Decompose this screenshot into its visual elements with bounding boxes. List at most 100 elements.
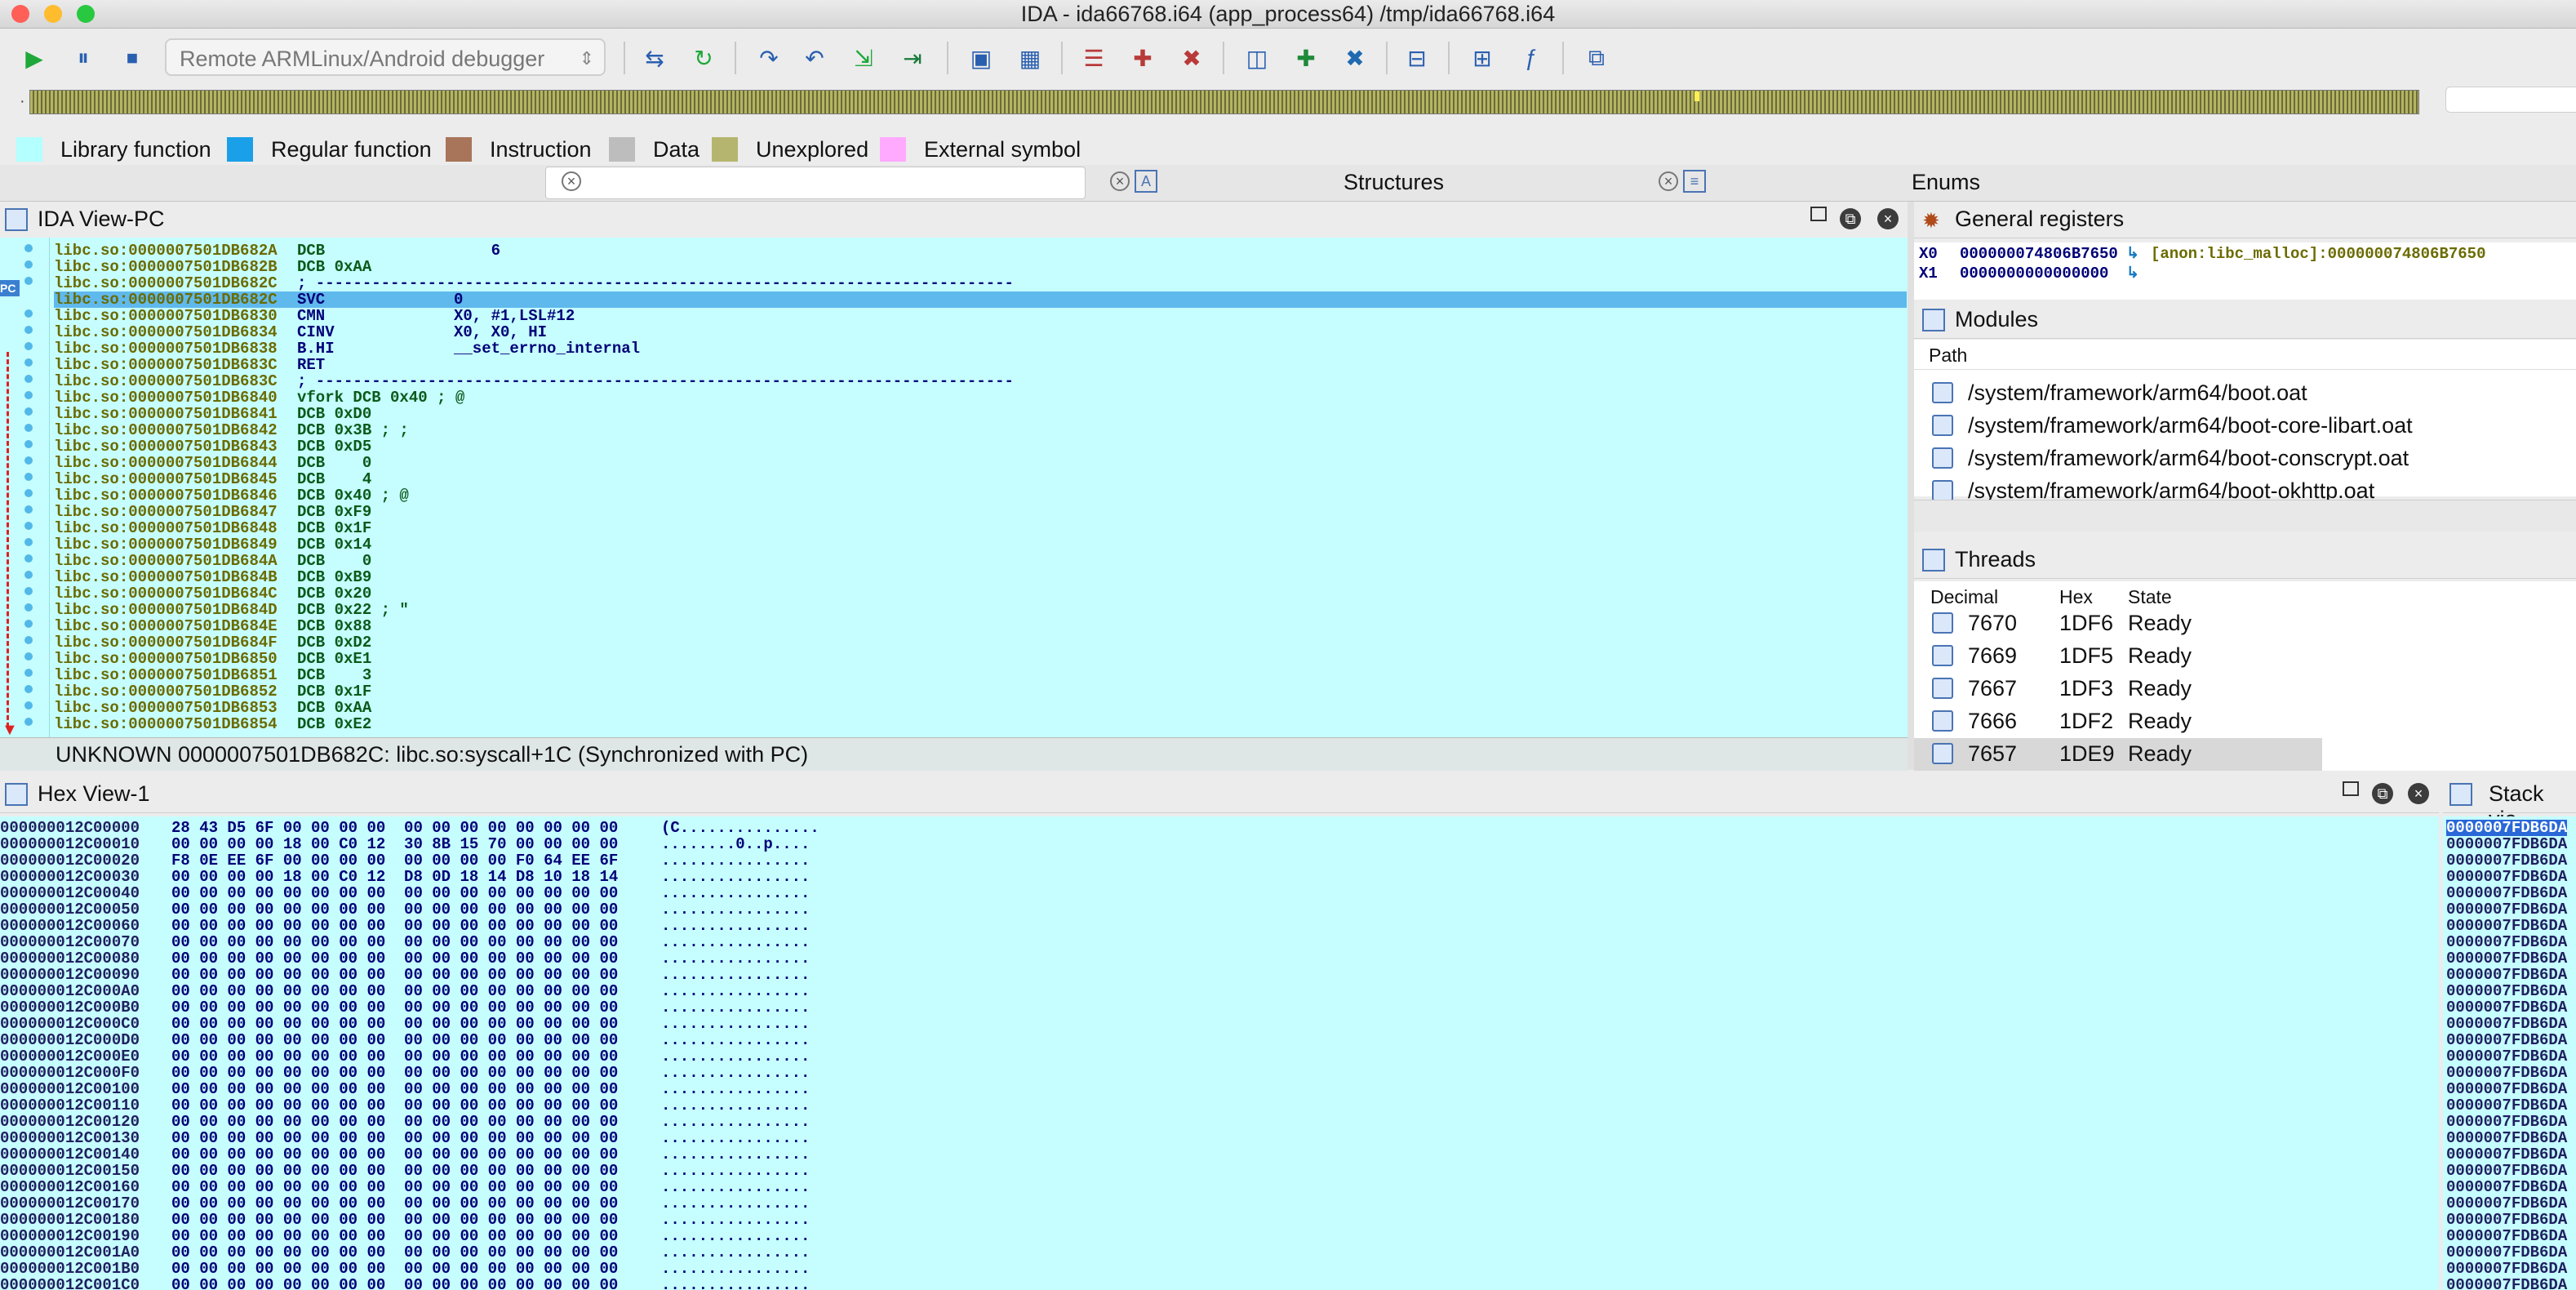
stack-row[interactable]: 0000007FDB6DA <box>2446 1114 2567 1130</box>
hex-row[interactable]: 000000012C00110 00 00 00 00 00 00 00 00 0… <box>0 1097 2439 1114</box>
breakpoint-slot[interactable] <box>24 701 33 710</box>
step-into-icon[interactable]: ↻ <box>686 40 722 76</box>
disassembly-line[interactable]: libc.so:0000007501DB684C DCB 0x20 <box>54 585 1907 602</box>
window-icon[interactable]: ⧉ <box>1579 40 1614 76</box>
breakpoint-slot[interactable] <box>24 473 33 481</box>
breakpoint-slot[interactable] <box>24 456 33 465</box>
hex-row[interactable]: 000000012C00050 00 00 00 00 00 00 00 00 0… <box>0 901 2439 918</box>
hex-row[interactable]: 000000012C00100 00 00 00 00 00 00 00 00 0… <box>0 1081 2439 1097</box>
delete-breakpoint-icon[interactable]: ✖ <box>1174 40 1210 76</box>
registers-panel[interactable]: X0 000000074806B7650 ↳ [anon:libc_malloc… <box>1914 242 2576 300</box>
disassembly-line[interactable]: libc.so:0000007501DB6852 DCB 0x1F <box>54 683 1907 700</box>
hex-row[interactable]: 000000012C00130 00 00 00 00 00 00 00 00 0… <box>0 1130 2439 1146</box>
breakpoint-slot[interactable] <box>24 538 33 546</box>
disassembly-line[interactable]: libc.so:0000007501DB6845 DCB 4 <box>54 471 1907 487</box>
struct-icon[interactable]: ⊞ <box>1464 40 1500 76</box>
hex-row[interactable]: 000000012C00120 00 00 00 00 00 00 00 00 0… <box>0 1114 2439 1130</box>
stack-row[interactable]: 0000007FDB6DA <box>2446 836 2567 852</box>
restore-icon[interactable]: ⧉ <box>2372 783 2393 804</box>
hex-row[interactable]: 000000012C00170 00 00 00 00 00 00 00 00 0… <box>0 1195 2439 1212</box>
stack-row[interactable]: 0000007FDB6DA <box>2446 934 2567 950</box>
breakpoint-slot[interactable] <box>24 685 33 693</box>
thread-row[interactable]: 7657 1DE9 Ready <box>1914 738 2322 771</box>
hex-row[interactable]: 000000012C00060 00 00 00 00 00 00 00 00 0… <box>0 918 2439 934</box>
stack-row[interactable]: 0000007FDB6DA <box>2446 1016 2567 1032</box>
module-row[interactable]: /system/framework/arm64/boot.oat <box>1914 377 2576 410</box>
disassembly-line[interactable]: libc.so:0000007501DB6838 B.HI __set_errno_… <box>54 340 1907 357</box>
hex-row[interactable]: 000000012C000F0 00 00 00 00 00 00 00 00 0… <box>0 1065 2439 1081</box>
stack-row[interactable]: 0000007FDB6DA <box>2446 1212 2567 1228</box>
threads-column-state[interactable]: State <box>2128 586 2172 608</box>
thread-row[interactable]: 7669 1DF5 Ready <box>1914 640 2322 673</box>
stack-row[interactable]: 0000007FDB6DA <box>2446 820 2568 836</box>
tab-search-field[interactable] <box>545 167 1086 199</box>
module-row[interactable]: /system/framework/arm64/boot-core-libart… <box>1914 410 2576 443</box>
hex-row[interactable]: 000000012C00080 00 00 00 00 00 00 00 00 0… <box>0 950 2439 967</box>
disassembly-line[interactable]: libc.so:0000007501DB684A DCB 0 <box>54 553 1907 569</box>
hex-row[interactable]: 000000012C00040 00 00 00 00 00 00 00 00 0… <box>0 885 2439 901</box>
register-value[interactable]: 0000000000000000 <box>1960 265 2108 282</box>
breakpoint-slot[interactable] <box>24 522 33 530</box>
tab-enums[interactable]: Enums <box>1912 170 1980 195</box>
disassembly-line[interactable]: libc.so:0000007501DB6853 DCB 0xAA <box>54 700 1907 716</box>
nav-handle[interactable]: · <box>20 92 25 111</box>
maximize-icon[interactable] <box>2343 781 2359 796</box>
breakpoint-slot[interactable] <box>24 326 33 334</box>
register-value[interactable]: 000000074806B7650 <box>1960 246 2118 262</box>
breakpoint-slot[interactable] <box>24 375 33 383</box>
hex-view[interactable]: 000000012C00000 28 43 D5 6F 00 00 00 00 0… <box>0 816 2439 1290</box>
disassembly-line[interactable]: libc.so:0000007501DB683C ; --------------… <box>54 373 1907 389</box>
hex-row[interactable]: 000000012C000B0 00 00 00 00 00 00 00 00 0… <box>0 999 2439 1016</box>
hex-row[interactable]: 000000012C00150 00 00 00 00 00 00 00 00 0… <box>0 1163 2439 1179</box>
trace-icon[interactable]: ⊟ <box>1399 40 1435 76</box>
breakpoint-slot[interactable] <box>24 342 33 350</box>
stack-row[interactable]: 0000007FDB6DA <box>2446 901 2567 918</box>
watch-view-icon[interactable]: ◫ <box>1239 40 1275 76</box>
stack-row[interactable]: 0000007FDB6DA <box>2446 1097 2567 1114</box>
disassembly-line[interactable]: libc.so:0000007501DB6834 CINV X0, X0, HI <box>54 324 1907 340</box>
stack-row[interactable]: 0000007FDB6DA <box>2446 869 2567 885</box>
breakpoint-slot[interactable] <box>24 489 33 497</box>
threads-column-hex[interactable]: Hex <box>2059 586 2093 608</box>
play-icon[interactable]: ▶ <box>16 40 52 76</box>
disassembly-line[interactable]: libc.so:0000007501DB684B DCB 0xB9 <box>54 569 1907 585</box>
stack-row[interactable]: 0000007FDB6DA <box>2446 950 2567 967</box>
disassembly-line[interactable]: libc.so:0000007501DB6846 DCB 0x40 ; @ <box>54 487 1907 504</box>
stack-row[interactable]: 0000007FDB6DA <box>2446 999 2567 1016</box>
stack-row[interactable]: 0000007FDB6DA <box>2446 1065 2567 1081</box>
disassembly-line[interactable]: libc.so:0000007501DB6854 DCB 0xE2 <box>54 716 1907 732</box>
hex-row[interactable]: 000000012C00020 F8 0E EE 6F 00 00 00 00 0… <box>0 852 2439 869</box>
disassembly-line[interactable]: libc.so:0000007501DB684F DCB 0xD2 <box>54 634 1907 651</box>
stack-row[interactable]: 0000007FDB6DA <box>2446 1228 2567 1244</box>
disassembly-line[interactable]: libc.so:0000007501DB6850 DCB 0xE1 <box>54 651 1907 667</box>
thread-row[interactable]: 7666 1DF2 Ready <box>1914 705 2322 738</box>
disassembly-line[interactable]: libc.so:0000007501DB6842 DCB 0x3B ; ; <box>54 422 1907 438</box>
close-icon[interactable]: × <box>1877 208 1899 229</box>
step-over-icon[interactable]: ↷ <box>751 40 787 76</box>
breakpoint-slot[interactable] <box>24 407 33 416</box>
ida-view-gutter[interactable]: PC ▼ <box>0 238 50 739</box>
pause-icon[interactable]: ⏸ <box>65 40 101 76</box>
stack-row[interactable]: 0000007FDB6DA <box>2446 1244 2567 1261</box>
close-icon[interactable]: × <box>2408 783 2429 804</box>
breakpoint-list-icon[interactable]: ☰ <box>1076 40 1112 76</box>
breakpoint-slot[interactable] <box>24 652 33 661</box>
stack-row[interactable]: 0000007FDB6DA <box>2446 967 2567 983</box>
hex-row[interactable]: 000000012C00160 00 00 00 00 00 00 00 00 0… <box>0 1179 2439 1195</box>
breakpoint-slot[interactable] <box>24 620 33 628</box>
stack-row[interactable]: 0000007FDB6DA <box>2446 1179 2567 1195</box>
hex-row[interactable]: 000000012C00000 28 43 D5 6F 00 00 00 00 0… <box>0 820 2439 836</box>
breakpoint-slot[interactable] <box>24 636 33 644</box>
breakpoint-slot[interactable] <box>24 309 33 318</box>
step-out-icon[interactable]: ↶ <box>797 40 833 76</box>
breakpoint-slot[interactable] <box>24 424 33 432</box>
close-tab-icon[interactable]: × <box>562 171 581 191</box>
disassembly-line[interactable]: libc.so:0000007501DB6840 vfork DCB 0x40 ;… <box>54 389 1907 406</box>
view-icon[interactable]: ▣ <box>963 40 999 76</box>
hex-row[interactable]: 000000012C000C0 00 00 00 00 00 00 00 00 0… <box>0 1016 2439 1032</box>
stack-row[interactable]: 0000007FDB6DA <box>2446 852 2567 869</box>
disassembly-line[interactable]: libc.so:0000007501DB682C ; --------------… <box>54 275 1907 291</box>
breakpoint-slot[interactable] <box>24 440 33 448</box>
module-row[interactable]: /system/framework/arm64/boot-conscrypt.o… <box>1914 443 2576 475</box>
add-watch-icon[interactable]: ✚ <box>1288 40 1324 76</box>
